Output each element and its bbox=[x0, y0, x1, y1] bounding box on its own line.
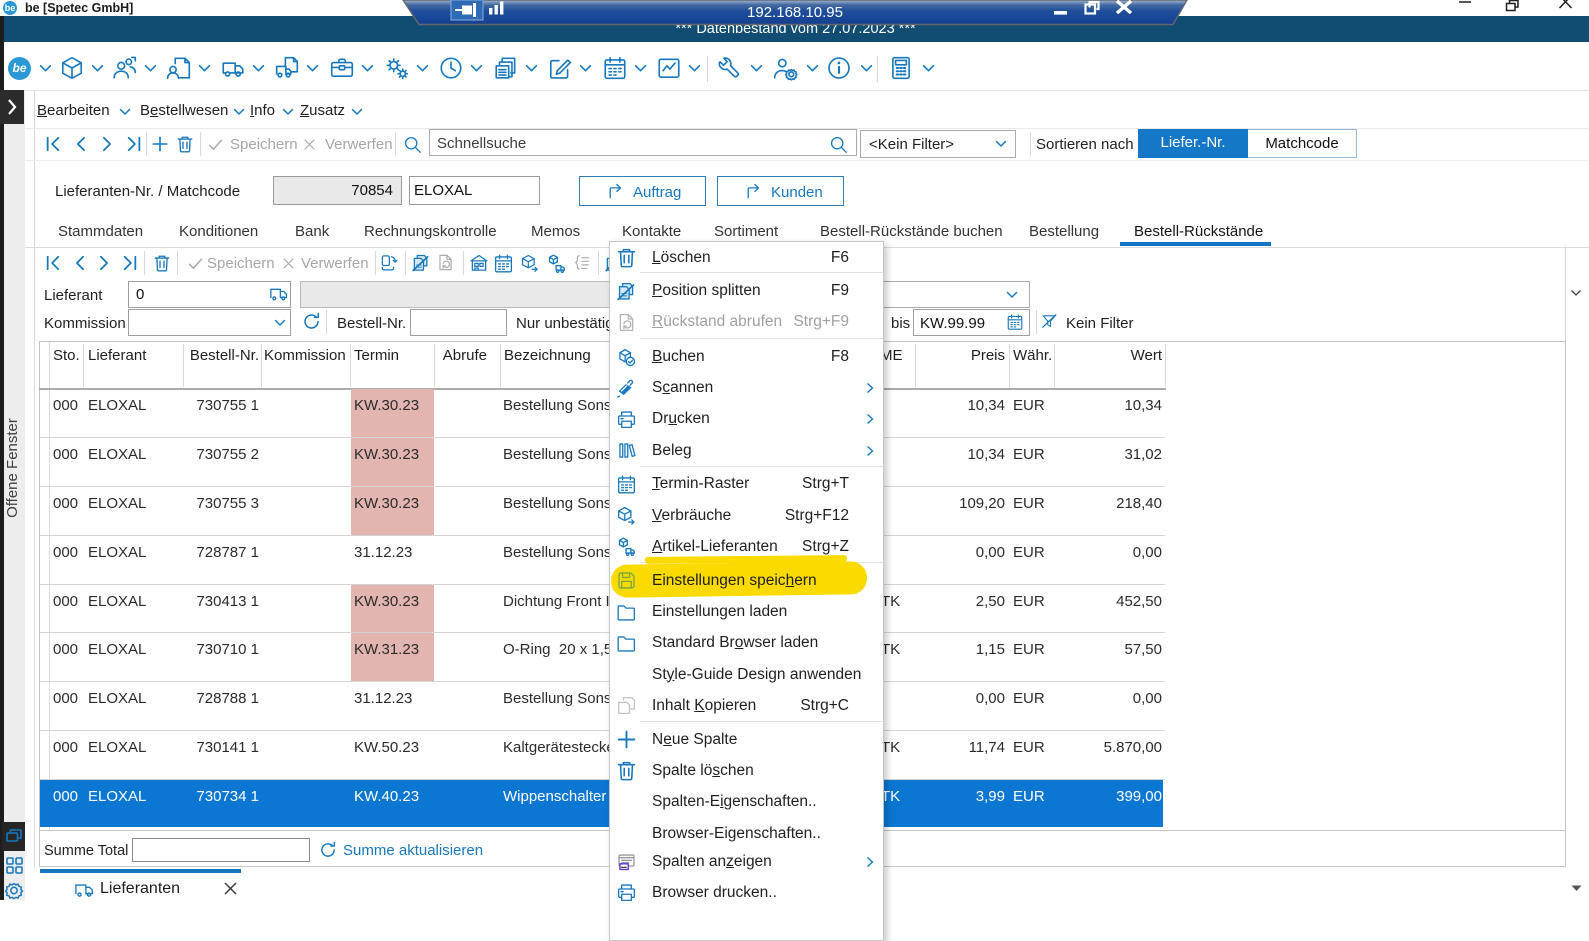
svg-text:192.168.10.95: 192.168.10.95 bbox=[747, 4, 843, 21]
